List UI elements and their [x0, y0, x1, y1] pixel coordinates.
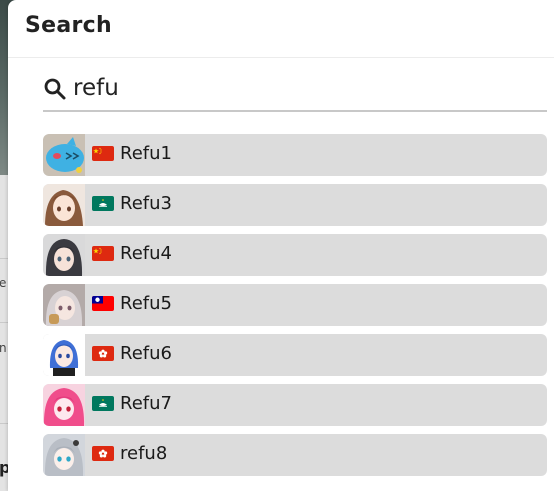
username: refu8: [120, 443, 168, 464]
china-flag-icon: [92, 146, 114, 161]
background-divider: [0, 322, 8, 323]
avatar: [43, 284, 85, 326]
taiwan-flag-icon: [92, 296, 114, 311]
modal-header: Search: [8, 0, 554, 58]
search-icon: [44, 78, 66, 100]
search-input[interactable]: [73, 72, 533, 104]
avatar: [43, 184, 85, 226]
background-divider: [0, 423, 8, 424]
result-item[interactable]: Refu5: [43, 284, 547, 326]
macau-flag-icon: [92, 196, 114, 211]
username: Refu3: [120, 193, 172, 214]
china-flag-icon: [92, 246, 114, 261]
username: Refu6: [120, 343, 172, 364]
username: Refu4: [120, 243, 172, 264]
result-item[interactable]: Refu1: [43, 134, 547, 176]
macau-flag-icon: [92, 396, 114, 411]
result-item[interactable]: refu8: [43, 434, 547, 476]
result-item[interactable]: Refu6: [43, 334, 547, 376]
avatar: [43, 134, 85, 176]
background-divider: [0, 258, 8, 259]
avatar: [43, 384, 85, 426]
result-item[interactable]: Refu3: [43, 184, 547, 226]
search-modal: Search refu Refu1 Refu3 Refu4 Refu5 Refu…: [8, 0, 554, 491]
avatar: [43, 334, 85, 376]
hong-kong-flag-icon: [92, 346, 114, 361]
username: Refu5: [120, 293, 172, 314]
result-item[interactable]: Refu7: [43, 384, 547, 426]
avatar: [43, 434, 85, 476]
username: Refu1: [120, 143, 172, 164]
modal-title: Search: [25, 13, 112, 38]
background-text: n: [0, 341, 7, 355]
avatar: [43, 234, 85, 276]
search-bar[interactable]: [43, 70, 547, 112]
result-item[interactable]: Refu4: [43, 234, 547, 276]
username: Refu7: [120, 393, 172, 414]
background-text: e: [0, 276, 7, 290]
search-results-list: Refu1 Refu3 Refu4 Refu5 Refu6 Refu7 refu…: [43, 134, 547, 484]
hong-kong-flag-icon: [92, 446, 114, 461]
